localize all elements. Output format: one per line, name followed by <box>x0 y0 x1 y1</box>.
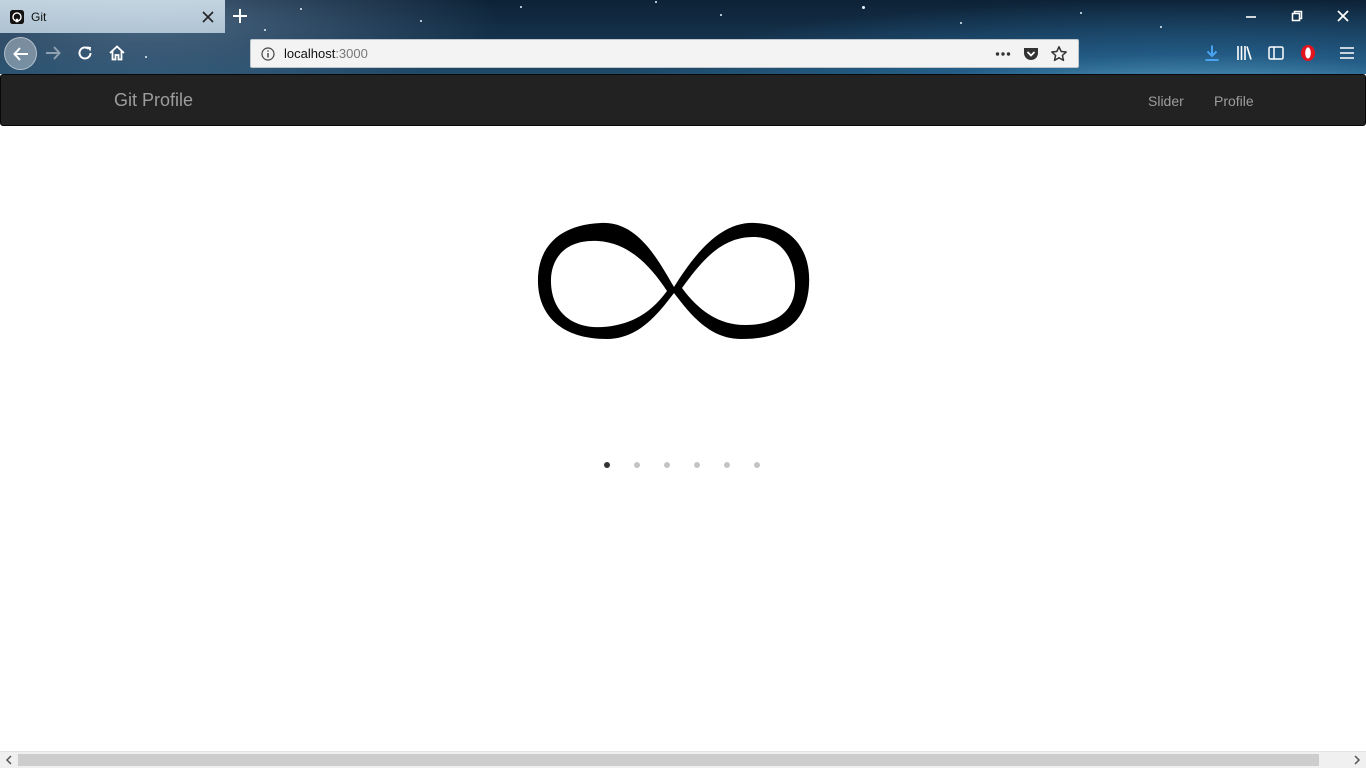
back-button[interactable] <box>4 37 37 70</box>
tab-title: Git <box>31 9 47 24</box>
library-icon <box>1237 46 1252 60</box>
url-port: :3000 <box>335 46 368 61</box>
pocket-icon <box>1024 47 1038 60</box>
home-button[interactable] <box>106 42 128 64</box>
page-actions-button[interactable] <box>994 45 1012 63</box>
nav-link-profile[interactable]: Profile <box>1214 93 1254 109</box>
decor-star <box>264 29 266 31</box>
decor-star <box>420 20 422 22</box>
downloads-button[interactable] <box>1203 44 1221 62</box>
sidebar-button[interactable] <box>1267 44 1285 62</box>
reload-icon <box>78 46 92 60</box>
library-button[interactable] <box>1235 44 1253 62</box>
chevron-left-icon[interactable] <box>4 755 14 765</box>
carousel-indicator-1[interactable] <box>604 462 610 468</box>
github-icon <box>10 9 24 24</box>
navbar-brand[interactable]: Git Profile <box>114 90 193 111</box>
url-host: localhost <box>284 46 336 61</box>
carousel-indicator-5[interactable] <box>724 462 730 468</box>
home-icon <box>109 45 125 61</box>
decor-star <box>520 6 522 8</box>
url-text[interactable]: localhost:3000 <box>284 46 994 61</box>
opera-button[interactable] <box>1299 44 1317 62</box>
more-icon <box>995 51 1011 56</box>
menu-button[interactable] <box>1338 44 1356 62</box>
decor-star <box>1160 26 1162 28</box>
restore-icon[interactable] <box>1291 10 1303 22</box>
decor-star <box>300 8 302 10</box>
bookmark-star-icon <box>1051 45 1067 61</box>
minimize-icon[interactable] <box>1245 10 1257 22</box>
close-icon[interactable] <box>202 10 214 23</box>
browser-tab[interactable]: Git <box>0 0 225 33</box>
decor-star <box>1080 12 1082 14</box>
decor-star <box>960 22 962 24</box>
nav-link-slider[interactable]: Slider <box>1148 93 1184 109</box>
close-window-icon[interactable] <box>1337 10 1349 22</box>
carousel-indicator-6[interactable] <box>754 462 760 468</box>
carousel-indicator-4[interactable] <box>694 462 700 468</box>
arrow-left-icon <box>12 46 28 61</box>
forward-button[interactable] <box>42 42 64 64</box>
carousel-indicator-2[interactable] <box>634 462 640 468</box>
decor-star <box>862 6 865 9</box>
plus-icon[interactable] <box>231 7 249 25</box>
pocket-button[interactable] <box>1022 45 1040 63</box>
address-bar[interactable]: localhost:3000 <box>250 39 1079 68</box>
carousel-indicator-3[interactable] <box>664 462 670 468</box>
horizontal-scrollbar[interactable] <box>0 751 1366 768</box>
chevron-right-icon[interactable] <box>1352 755 1362 765</box>
arrow-right-icon <box>46 46 61 60</box>
download-icon <box>1205 45 1219 61</box>
browser-chrome: Git localhost:3000 <box>0 0 1366 74</box>
decor-star <box>655 1 657 3</box>
site-navbar: Git Profile Slider Profile <box>0 74 1366 126</box>
bookmark-button[interactable] <box>1050 45 1068 63</box>
menu-icon <box>1340 47 1354 59</box>
decor-star <box>720 14 722 16</box>
opera-icon <box>1301 45 1315 61</box>
info-icon[interactable] <box>261 46 275 61</box>
scrollbar-thumb[interactable] <box>18 754 1319 766</box>
reload-button[interactable] <box>74 42 96 64</box>
sidebar-icon <box>1268 46 1284 60</box>
infinity-symbol-image <box>537 222 810 339</box>
decor-star <box>145 56 147 58</box>
carousel-slide[interactable] <box>533 215 815 347</box>
